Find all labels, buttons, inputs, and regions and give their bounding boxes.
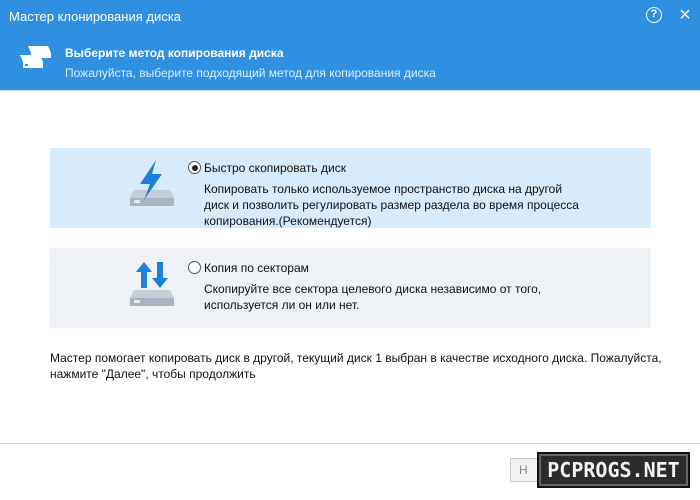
option-sector-copy[interactable]: Копия по секторам Скопируйте все сектора… [50,248,651,328]
sector-copy-description: Скопируйте все сектора целевого диска не… [204,281,584,313]
fast-copy-description-line: копирования.(Рекомендуется) [204,214,372,228]
disk-copy-icon [20,46,51,68]
fast-copy-description-line: Копировать только используемое пространс… [204,182,563,196]
watermark-logo: PCPROGS.NET [537,452,690,488]
fast-copy-description: Копировать только используемое пространс… [204,181,584,229]
fast-copy-label: Быстро скопировать диск [204,161,346,175]
option-fast-copy[interactable]: Быстро скопировать диск Копировать тольк… [50,148,651,228]
help-icon: ? [646,7,662,23]
arrows-disk-icon [130,262,174,306]
sector-copy-label: Копия по секторам [204,261,309,275]
footer-divider [0,443,700,444]
title-bar: Мастер клонирования диска ? × [0,0,700,32]
sector-copy-radio[interactable] [188,261,201,274]
close-icon: × [679,4,691,26]
wizard-header: Выберите метод копирования диска Пожалуй… [0,32,700,90]
window-title: Мастер клонирования диска [9,9,181,24]
header-title: Выберите метод копирования диска [65,46,284,60]
header-divider [0,90,700,91]
header-subtitle: Пожалуйста, выберите подходящий метод дл… [65,66,436,80]
fast-copy-description-line: диск и позволить регулировать размер раз… [204,198,579,212]
lightning-disk-icon [130,160,174,206]
sector-copy-description-line: используется ли он или нет. [204,298,360,312]
wizard-info-text: Мастер помогает копировать диск в другой… [50,350,662,382]
info-line: Мастер помогает копировать диск в другой… [50,351,662,365]
sector-copy-description-line: Скопируйте все сектора целевого диска не… [204,282,542,296]
info-line: нажмите "Далее", чтобы продолжить [50,367,256,381]
fast-copy-radio[interactable] [188,161,201,174]
close-button[interactable]: × [676,4,694,26]
help-button[interactable]: ? [646,7,664,25]
